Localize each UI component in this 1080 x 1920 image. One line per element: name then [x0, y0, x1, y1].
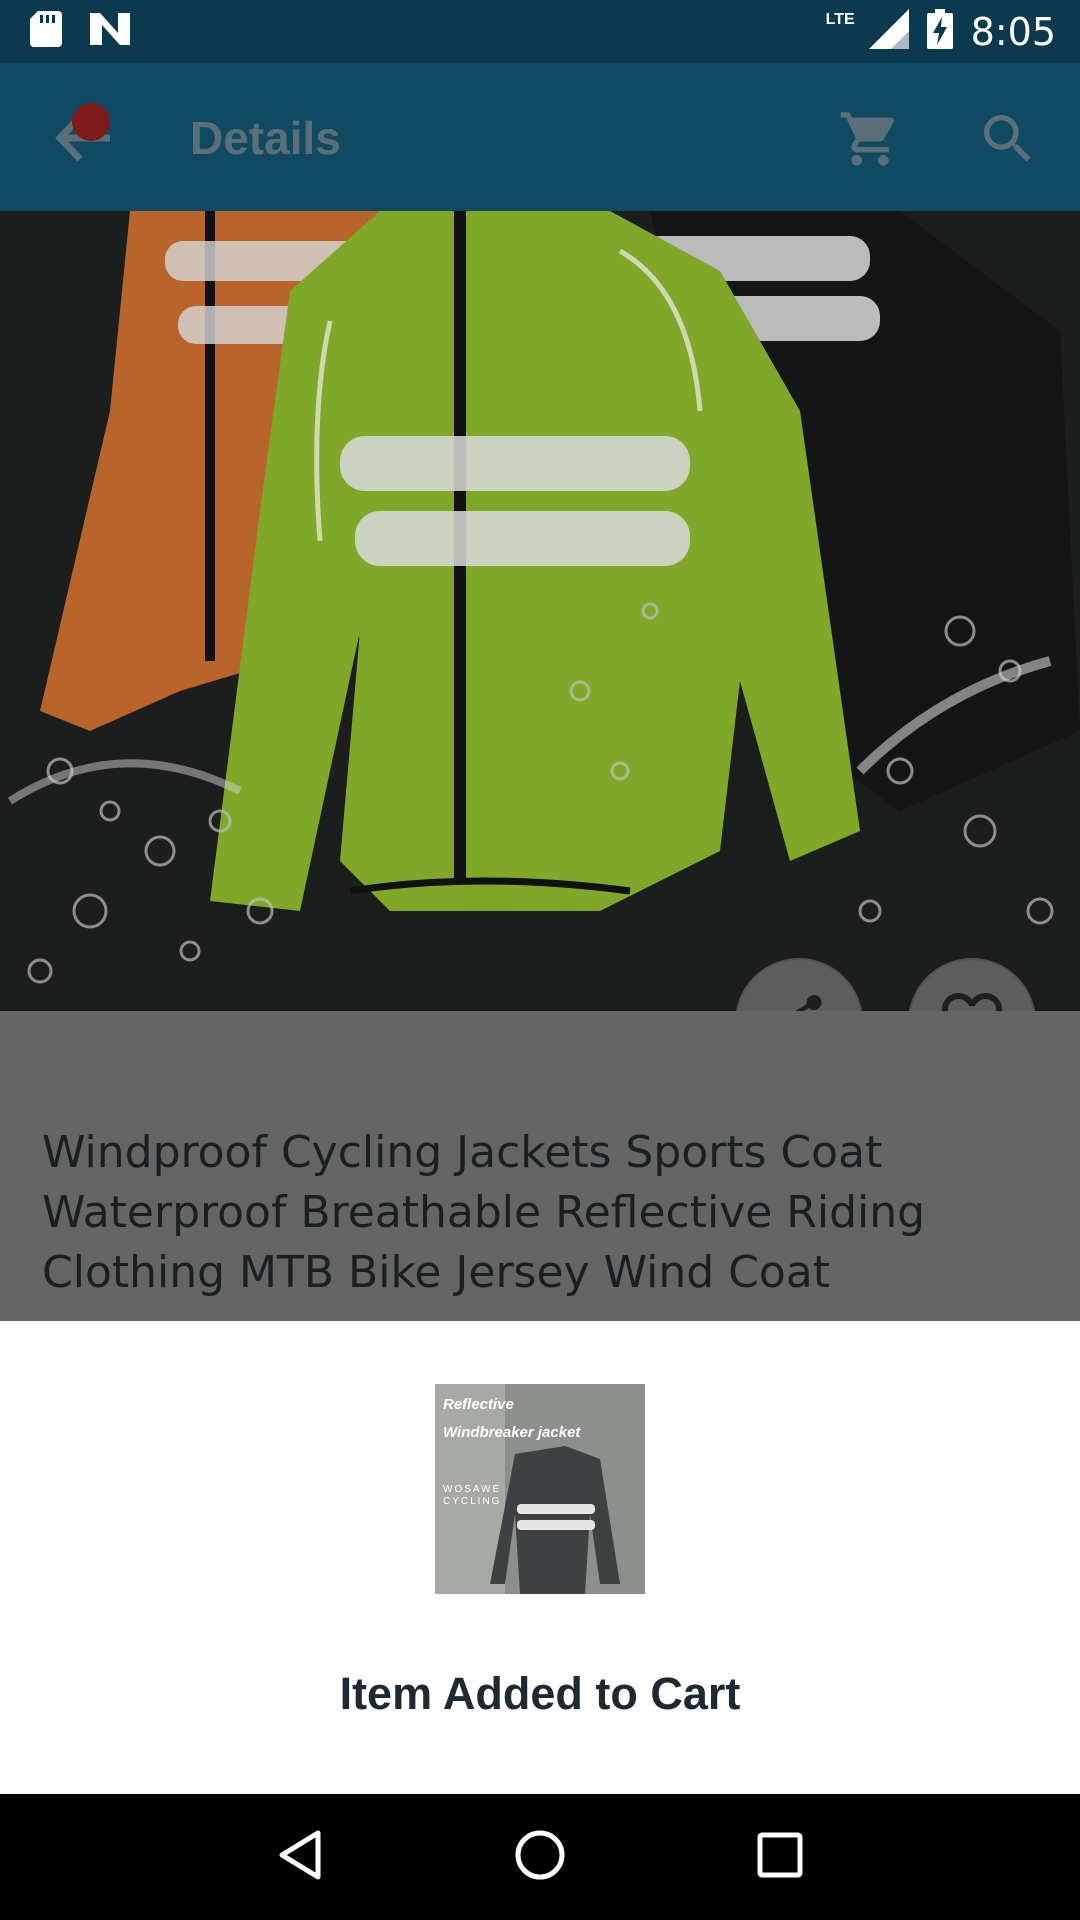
- nav-back-button[interactable]: [270, 1827, 330, 1887]
- signal-icon: [868, 9, 909, 54]
- product-details: Windproof Cycling Jackets Sports Coat Wa…: [0, 1011, 1080, 1321]
- product-image[interactable]: [0, 211, 1080, 1011]
- nav-recents-button[interactable]: [750, 1827, 810, 1887]
- thumbnail-text-line2: Windbreaker jacket: [443, 1424, 581, 1441]
- network-type-label: LTE: [825, 10, 855, 28]
- battery-charging-icon: [926, 9, 953, 54]
- home-circle-icon: [514, 1829, 566, 1886]
- page-title: Details: [190, 112, 341, 164]
- added-to-cart-message: Item Added to Cart: [339, 1668, 741, 1719]
- system-nav-bar: [0, 1794, 1080, 1920]
- recents-square-icon: [757, 1832, 803, 1883]
- search-icon: [976, 115, 1040, 175]
- cart-button[interactable]: [838, 107, 902, 171]
- product-thumbnail: Reflective Windbreaker jacket WOSAWE CYC…: [435, 1384, 645, 1594]
- thumbnail-text-line4: CYCLING: [443, 1496, 502, 1507]
- cart-icon: [838, 112, 902, 175]
- notification-dot: [72, 103, 110, 141]
- back-triangle-icon: [276, 1829, 324, 1886]
- product-title: Windproof Cycling Jackets Sports Coat Wa…: [42, 1127, 926, 1298]
- status-bar: LTE 8:05: [0, 0, 1080, 63]
- sd-card-icon: [30, 11, 62, 52]
- app-bar: Details: [0, 63, 1080, 211]
- status-time: 8:05: [970, 9, 1056, 54]
- n-notification-icon: [90, 13, 130, 50]
- thumbnail-text-line3: WOSAWE: [443, 1484, 502, 1495]
- nav-home-button[interactable]: [510, 1827, 570, 1887]
- back-arrow-icon: [48, 114, 118, 177]
- thumbnail-text-line1: Reflective: [443, 1396, 514, 1413]
- search-button[interactable]: [976, 107, 1040, 171]
- cart-confirmation-sheet: Reflective Windbreaker jacket WOSAWE CYC…: [0, 1321, 1080, 1794]
- jacket-illustration: [0, 211, 1080, 1011]
